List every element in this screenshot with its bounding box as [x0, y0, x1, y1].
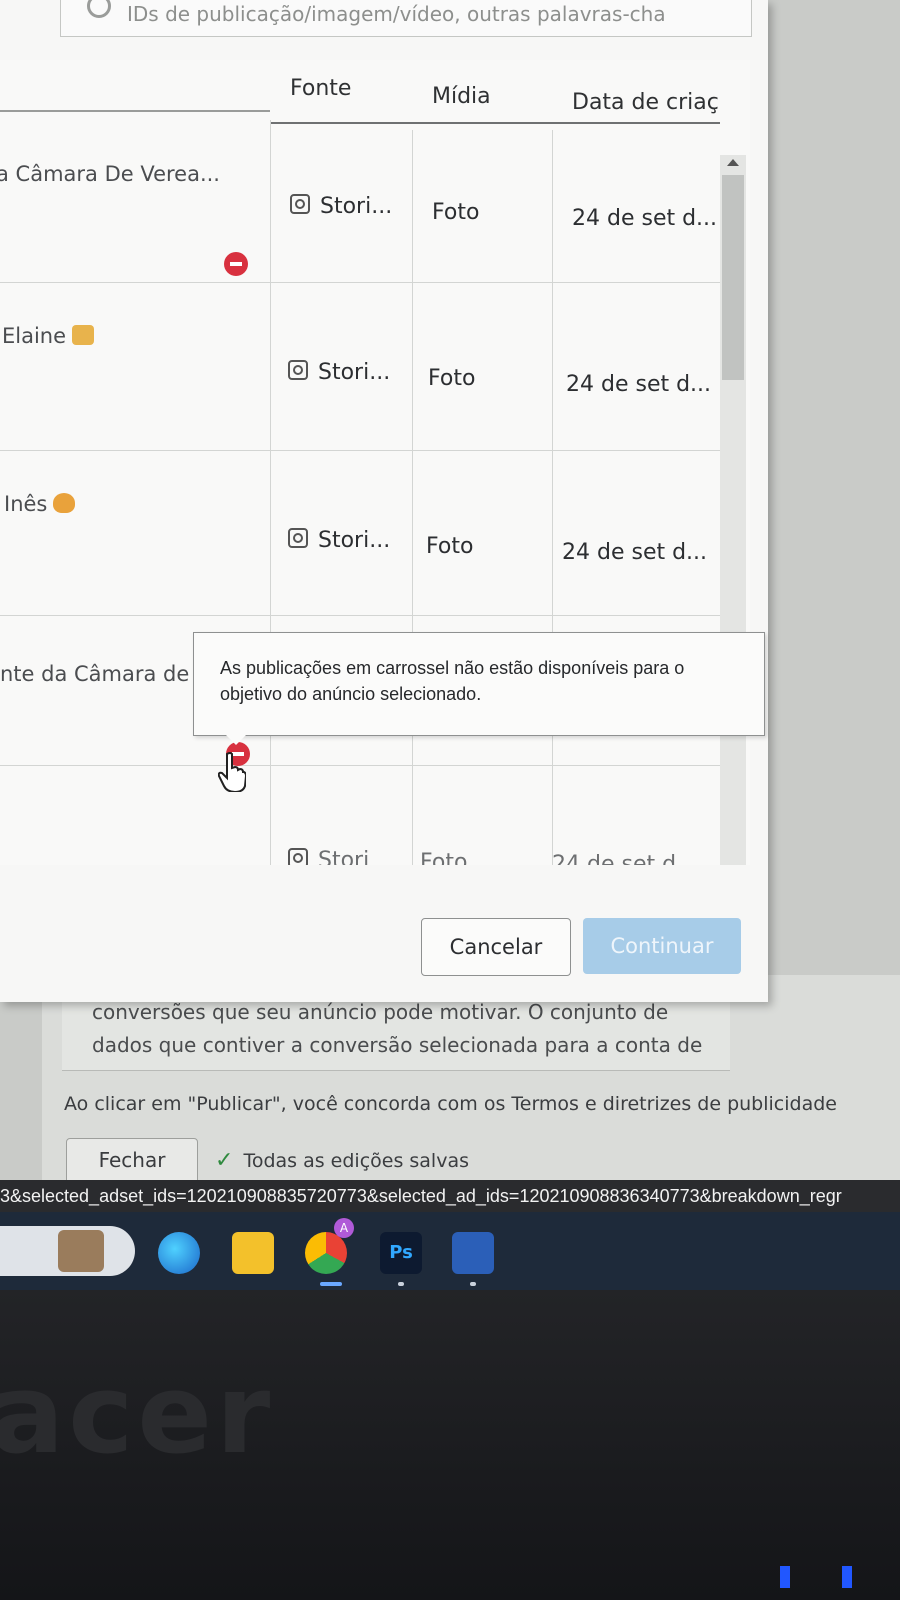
row-3-name: Inês	[4, 492, 76, 516]
blocked-icon	[224, 252, 248, 276]
search-icon	[87, 0, 111, 18]
header-divider-left	[0, 110, 270, 112]
row-3-source-label: Stori...	[318, 528, 391, 553]
row-divider	[0, 765, 720, 766]
close-button[interactable]: Fechar	[66, 1138, 198, 1182]
row-3-name-label: Inês	[4, 492, 48, 516]
status-url: 3&selected_adset_ids=120210908835720773&…	[0, 1180, 900, 1212]
instagram-icon	[288, 848, 308, 865]
status-led	[780, 1566, 790, 1588]
row-5-date: 24 de set d	[552, 852, 677, 865]
heart-hands-emoji	[53, 493, 76, 513]
column-header-media[interactable]: Mídia	[432, 84, 491, 109]
row-1-date: 24 de set d...	[572, 206, 718, 231]
row-4-name: nte da Câmara de	[0, 662, 190, 686]
search-input[interactable]: IDs de publicação/imagem/vídeo, outras p…	[60, 0, 752, 37]
select-post-dialog: IDs de publicação/imagem/vídeo, outras p…	[0, 0, 768, 1002]
tooltip-pointer	[224, 733, 248, 745]
conversion-info-line-1: conversões que seu anúncio pode motivar.…	[92, 1000, 669, 1024]
row-1-name: a Câmara De Verea...	[0, 162, 220, 186]
row-3-source: Stori...	[288, 528, 390, 553]
row-5-source-label: Stori	[318, 848, 370, 865]
chrome-icon[interactable]	[305, 1232, 347, 1274]
running-indicator	[470, 1282, 476, 1286]
search-placeholder: IDs de publicação/imagem/vídeo, outras p…	[127, 2, 666, 26]
row-1-source-label: Stori...	[320, 194, 393, 219]
row-divider	[0, 615, 720, 616]
row-divider	[0, 282, 720, 283]
row-1-media: Foto	[432, 200, 480, 225]
row-divider	[0, 450, 720, 451]
carousel-unavailable-tooltip: As publicações em carrossel não estão di…	[193, 632, 765, 745]
brand-logo: acer	[0, 1350, 275, 1478]
scroll-thumb[interactable]	[722, 175, 744, 380]
table-scrollbar[interactable]	[720, 155, 746, 865]
scroll-up-icon[interactable]	[727, 159, 739, 166]
column-divider-2	[412, 130, 413, 865]
edge-icon[interactable]	[158, 1232, 200, 1274]
row-5-source: Stori	[288, 848, 369, 865]
row-2-media: Foto	[428, 366, 476, 391]
cancel-button[interactable]: Cancelar	[421, 918, 571, 976]
checkmark-icon: ✓	[215, 1148, 234, 1173]
chrome-profile-badge: A	[334, 1218, 354, 1238]
running-indicator	[398, 1282, 404, 1286]
status-led	[842, 1566, 852, 1588]
terms-notice: Ao clicar em "Publicar", você concorda c…	[64, 1093, 837, 1115]
instagram-icon	[288, 360, 308, 380]
column-header-source[interactable]: Fonte	[290, 76, 351, 101]
column-header-created[interactable]: Data de criaç	[572, 90, 719, 115]
row-2-source: Stori...	[288, 360, 390, 385]
file-explorer-icon[interactable]	[232, 1232, 274, 1274]
posts-table: Fonte Mídia Data de criaç a Câmara De Ve…	[0, 60, 750, 865]
tooltip-text: As publicações em carrossel não estão di…	[220, 658, 685, 704]
screen: conversões que seu anúncio pode motivar.…	[0, 0, 900, 1290]
praying-hands-emoji	[72, 325, 95, 345]
photoshop-icon[interactable]: Ps	[380, 1232, 422, 1274]
row-2-date: 24 de set d...	[566, 372, 712, 397]
row-3-media: Foto	[426, 534, 474, 559]
save-status: ✓ Todas as edições salvas	[215, 1148, 469, 1173]
word-icon[interactable]	[452, 1232, 494, 1274]
taskbar: A Ps	[0, 1212, 900, 1290]
column-divider-3	[552, 130, 553, 865]
row-1-source: Stori...	[290, 194, 392, 219]
row-3-date: 24 de set d...	[562, 540, 708, 565]
user-avatar[interactable]	[58, 1230, 104, 1272]
row-5-media: Foto	[420, 850, 468, 865]
column-divider-1	[270, 120, 271, 865]
header-divider	[270, 122, 720, 124]
hand-cursor-icon	[218, 752, 246, 792]
save-status-label: Todas as edições salvas	[243, 1149, 469, 1172]
row-2-name: Elaine	[2, 324, 95, 348]
continue-button[interactable]: Continuar	[583, 918, 741, 974]
instagram-icon	[288, 528, 308, 548]
row-2-name-label: Elaine	[2, 324, 67, 348]
conversion-info-line-2: dados que contiver a conversão seleciona…	[92, 1033, 703, 1057]
row-2-source-label: Stori...	[318, 360, 391, 385]
active-indicator	[320, 1282, 342, 1286]
instagram-icon	[290, 194, 310, 214]
